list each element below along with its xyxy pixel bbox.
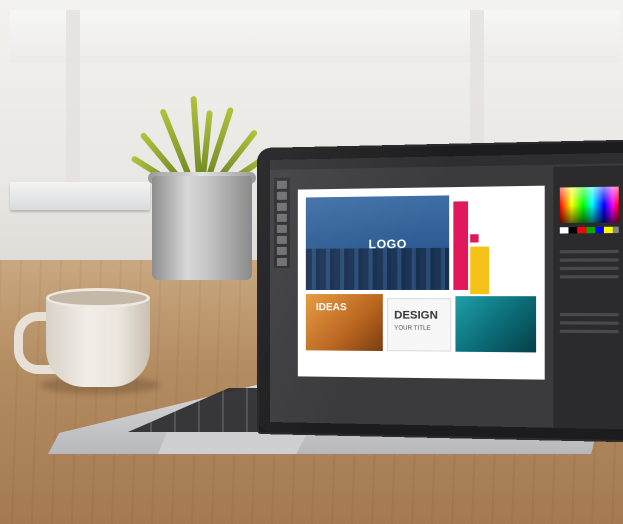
city-photo-block: LOGO [305,195,450,290]
panel-row [559,329,619,334]
tool-icon [276,235,287,244]
tool-icon [276,191,287,200]
panel-row [559,321,619,325]
plant-pot [152,176,252,280]
tool-icon [276,213,287,222]
properties-panel [553,165,623,430]
tool-icon [276,180,287,189]
mug-body [46,295,150,387]
panel-row [559,275,619,279]
design-artboard: LOGO IDEAS DESIGN YOUR TITLE [297,185,545,380]
mug-rim [46,288,150,308]
app-toolbox [273,177,290,268]
design-subtitle: YOUR TITLE [394,325,431,333]
laptop-screen: LOGO IDEAS DESIGN YOUR TITLE [270,152,623,430]
yellow-bar [470,246,490,295]
book-stack [10,182,150,210]
ideas-photo-block: IDEAS [305,294,383,352]
teal-city-block [455,296,537,353]
color-picker-spectrum [559,186,619,224]
ideas-text: IDEAS [315,302,347,314]
tool-icon [276,257,287,266]
tool-icon [276,224,287,233]
window-mullion [66,10,80,210]
panel-row [559,258,619,262]
design-card: DESIGN YOUR TITLE [386,298,452,352]
pink-bar [453,201,469,290]
laptop-trackpad [158,432,308,454]
logo-text: LOGO [368,236,407,252]
pink-square [470,234,479,243]
panel-row [559,312,619,317]
panel-row [559,266,619,271]
tool-icon [276,246,287,255]
tool-icon [276,202,287,211]
color-swatches [559,226,619,234]
design-title: DESIGN [394,309,438,322]
window-frame [10,10,620,62]
panel-row [559,249,619,254]
